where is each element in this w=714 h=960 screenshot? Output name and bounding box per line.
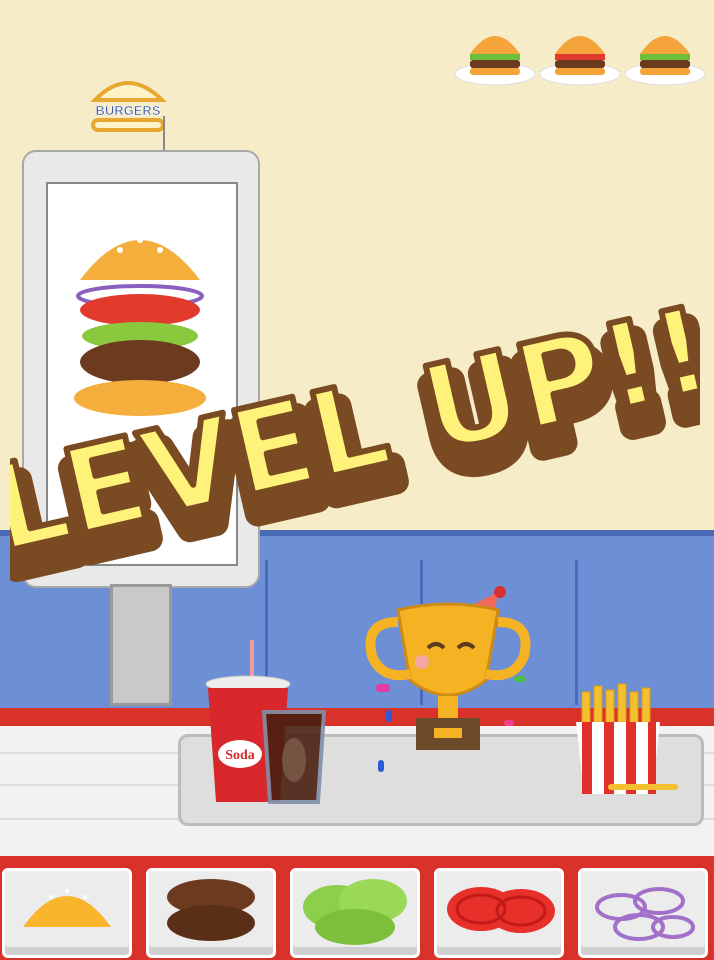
bin-onion[interactable] — [578, 868, 708, 958]
bun-icon[interactable] — [5, 871, 129, 955]
level-up-text: LEVEL UP!! — [10, 300, 700, 579]
soda-label: Soda — [225, 748, 255, 763]
patty-icon[interactable] — [149, 871, 273, 955]
burger-sign: BURGERS — [90, 81, 167, 152]
trophy-icon — [365, 586, 531, 772]
sign-label: BURGERS — [95, 103, 160, 118]
onion-icon[interactable] — [581, 871, 705, 955]
lettuce-icon[interactable] — [293, 871, 417, 955]
level-up-banner: LEVEL UP!! LEVEL UP!! — [10, 300, 700, 600]
order-plate-1 — [454, 36, 536, 86]
soda-cup[interactable]: Soda — [200, 640, 330, 810]
bin-tomato[interactable] — [434, 868, 564, 958]
order-plate-3 — [624, 36, 706, 86]
order-queue — [452, 16, 712, 92]
fries-icon[interactable] — [572, 682, 688, 802]
order-plate-2 — [539, 36, 621, 86]
kiosk-stand — [110, 584, 172, 706]
bin-bun[interactable] — [2, 868, 132, 958]
tomato-icon[interactable] — [437, 871, 561, 955]
bin-patty[interactable] — [146, 868, 276, 958]
bin-lettuce[interactable] — [290, 868, 420, 958]
